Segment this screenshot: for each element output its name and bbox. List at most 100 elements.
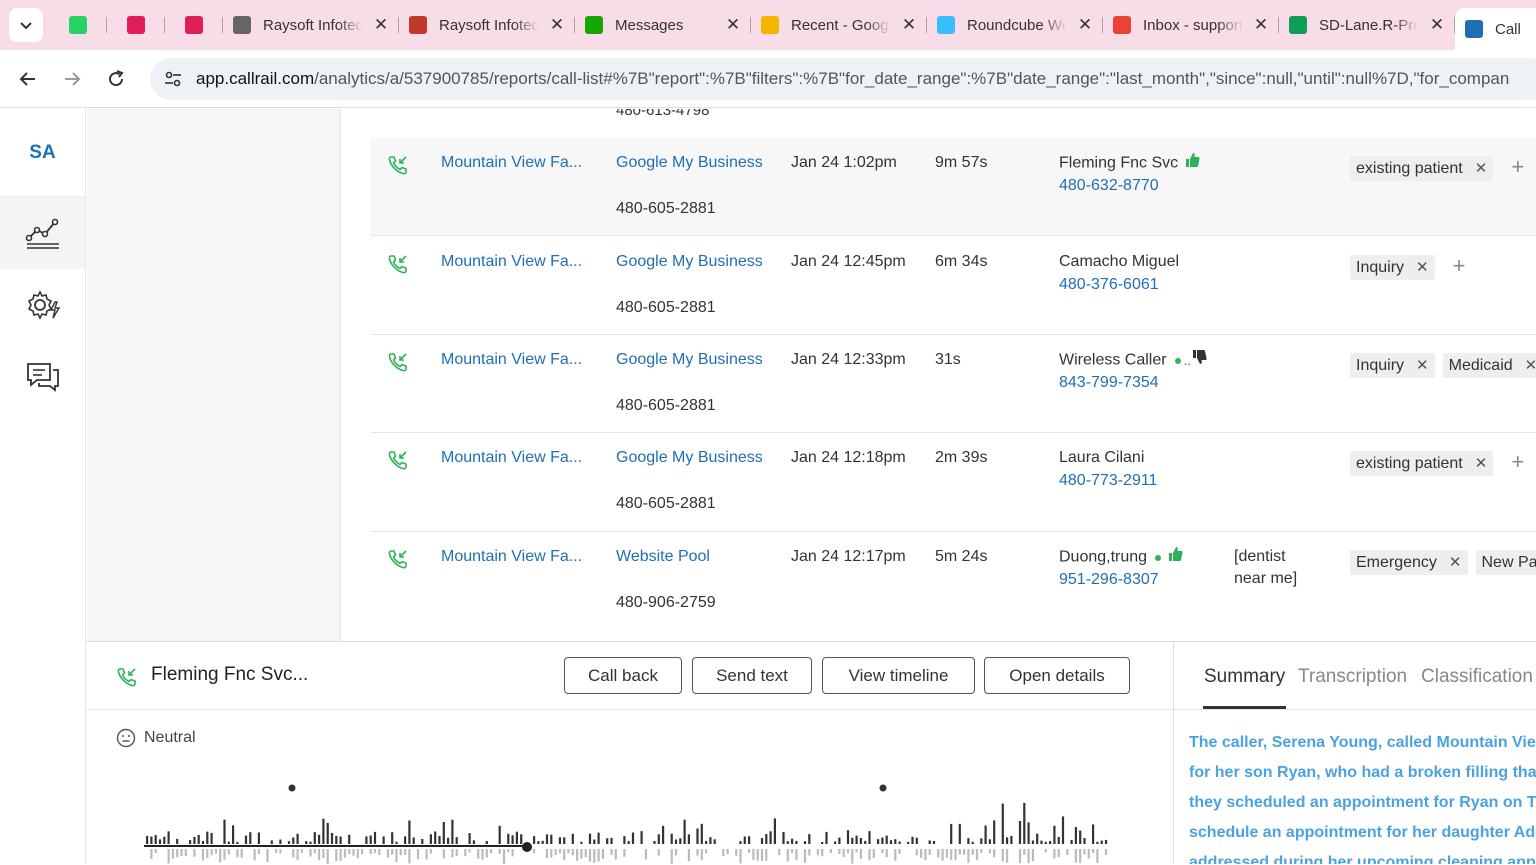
waveform-bar [469,833,471,844]
source-link[interactable]: Google My Business [616,152,763,174]
waveform-bar [546,834,548,844]
url-field[interactable]: app.callrail.com/analytics/a/537900785/r… [150,58,1536,100]
tab-classification[interactable]: Classification [1421,666,1533,688]
neutral-face-icon [116,728,136,748]
remove-tag-icon[interactable]: ✕ [1525,355,1536,377]
waveform-bar [804,849,806,863]
tags-cell: Emergency✕New Patient✕Opportunity✕+ [1350,550,1536,581]
call-row[interactable]: Mountain View Fa... Google My Business 480… [371,138,1536,236]
browser-tab[interactable]: Call [1455,8,1536,50]
waveform-bar [877,839,879,844]
close-tab-icon[interactable]: ✕ [373,15,389,35]
source-link[interactable]: Google My Business [616,251,763,273]
waveform-bar [469,849,471,853]
waveform-bar [361,849,363,854]
add-tag-button[interactable]: + [1511,451,1524,473]
thumbs-up-icon[interactable] [1167,546,1183,569]
close-tab-icon[interactable]: ✕ [1077,15,1093,35]
browser-tab[interactable]: Recent - Google Drive✕ [751,8,927,42]
browser-tab[interactable] [107,8,165,42]
view-timeline-button[interactable]: View timeline [822,657,975,694]
waveform-bar [830,849,832,853]
waveform-bar [335,836,337,844]
close-tab-icon[interactable]: ✕ [549,15,565,35]
call-duration: 9m 57s [935,152,987,174]
browser-tab[interactable]: Roundcube Webmail✕ [927,8,1103,42]
company-link[interactable]: Mountain View Fa... [441,251,582,273]
waveform-bar [662,826,664,844]
tab-search-button[interactable] [9,8,43,42]
close-tab-icon[interactable]: ✕ [901,15,917,35]
marker-dot[interactable] [880,785,887,792]
tab-transcription[interactable]: Transcription [1298,666,1407,688]
waveform-bar [223,849,225,860]
caller-phone-link[interactable]: 843-799-7354 [1059,372,1159,394]
reload-button[interactable] [94,69,138,89]
company-link[interactable]: Mountain View Fa... [441,349,582,371]
remove-tag-icon[interactable]: ✕ [1416,257,1429,279]
caller-name-text: Camacho Miguel [1059,253,1179,270]
call-row[interactable]: Mountain View Fa... Google My Business 480… [371,237,1536,335]
waveform-bar [352,849,354,856]
tab-summary[interactable]: Summary [1204,666,1285,688]
waveform-bar [675,840,677,845]
caller-name: Wireless Caller.. [1059,349,1207,372]
nav-settings[interactable] [0,269,85,341]
playhead-handle[interactable] [522,842,532,852]
add-tag-button[interactable]: + [1511,156,1524,178]
open-details-button[interactable]: Open details [984,657,1130,694]
remove-tag-icon[interactable]: ✕ [1449,552,1462,574]
company-link[interactable]: Mountain View Fa... [441,447,582,469]
back-button[interactable] [6,69,50,89]
waveform-bar [894,839,896,844]
waveform-bar [671,849,673,864]
waveform-bar [512,835,514,844]
source-link[interactable]: Google My Business [616,447,763,469]
company-link[interactable]: Mountain View Fa... [441,152,582,174]
waveform-bar [1058,837,1060,844]
browser-tab[interactable]: SD-Lane.R-Pro✕ [1279,8,1455,42]
call-row[interactable]: Mountain View Fa... Google My Business 480… [371,433,1536,532]
company-link[interactable]: Mountain View Fa... [441,546,582,568]
caller-phone-link[interactable]: 951-296-8307 [1059,569,1159,591]
close-tab-icon[interactable]: ✕ [1429,15,1445,35]
waveform-bar [782,832,784,844]
site-info-button[interactable] [150,69,196,89]
caller-phone-link[interactable]: 480-773-2911 [1059,470,1157,492]
call-row[interactable]: Mountain View Fa...Website Pool480-906-2… [371,532,1536,641]
browser-tab[interactable] [165,8,223,42]
caller-phone-link[interactable]: 480-376-6061 [1059,274,1159,296]
marker-dot[interactable] [289,785,296,792]
send-text-button[interactable]: Send text [692,657,812,694]
thumbs-up-icon[interactable] [1184,152,1200,175]
nav-analytics[interactable] [0,197,85,269]
remove-tag-icon[interactable]: ✕ [1475,158,1488,180]
call-audio-waveform[interactable] [144,782,1114,865]
nav-conversations[interactable] [0,341,85,413]
browser-tab[interactable]: Raysoft Infotech✕ [223,8,399,42]
inbound-call-icon [387,253,409,282]
remove-tag-icon[interactable]: ✕ [1475,453,1488,475]
forward-button[interactable] [50,69,94,89]
caller-phone-link[interactable]: 480-632-8770 [1059,175,1159,197]
source-link[interactable]: Google My Business [616,349,763,371]
waveform-bar [404,836,406,844]
close-tab-icon[interactable]: ✕ [725,15,741,35]
thumbs-down-icon[interactable] [1191,349,1207,372]
close-tab-icon[interactable]: ✕ [1253,15,1269,35]
call-row[interactable]: Mountain View Fa...Google My Business480… [371,335,1536,433]
add-tag-button[interactable]: + [1453,255,1466,277]
browser-tab[interactable]: Messages✕ [575,8,751,42]
waveform-bar [873,849,875,858]
call-back-button[interactable]: Call back [564,657,682,694]
browser-tab[interactable]: Raysoft Infotech✕ [399,8,575,42]
browser-tab[interactable] [49,8,107,42]
caller-name-text: Duong,trung [1059,549,1147,566]
source-link[interactable]: Website Pool [616,546,710,568]
remove-tag-icon[interactable]: ✕ [1416,355,1429,377]
browser-tab[interactable]: Inbox - support✕ [1103,8,1279,42]
tune-icon [163,69,183,89]
waveform-bar [950,824,952,844]
account-logo[interactable]: SA [0,109,85,197]
waveform-bar [950,849,952,860]
